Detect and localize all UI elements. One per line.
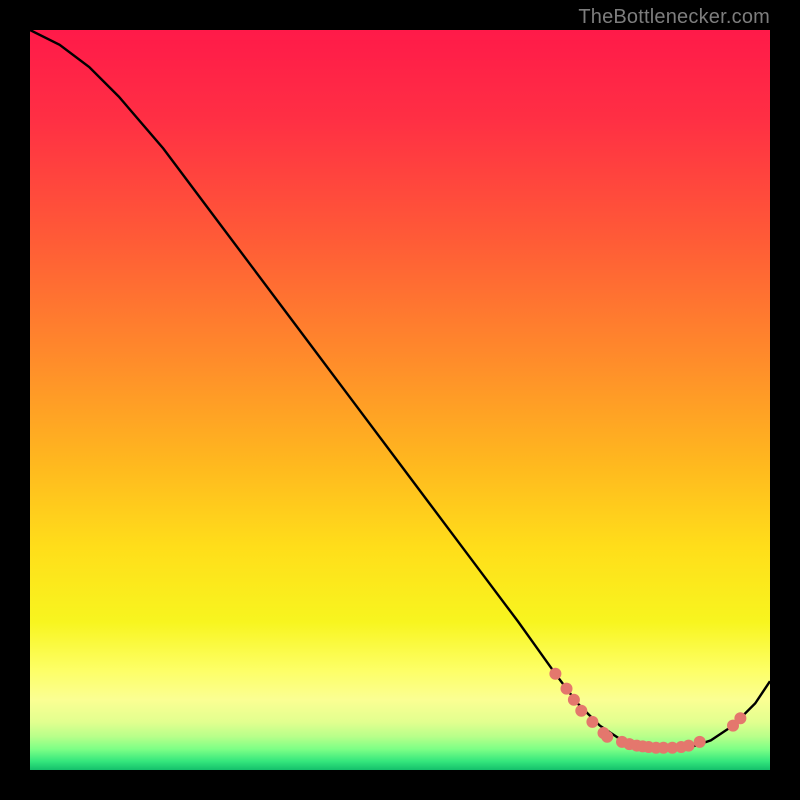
watermark-text: TheBottlenecker.com	[578, 6, 770, 29]
bottleneck-curve	[30, 30, 770, 748]
data-point	[586, 716, 598, 728]
curve-markers	[549, 668, 746, 754]
data-point	[601, 731, 613, 743]
data-point	[549, 668, 561, 680]
data-point	[734, 712, 746, 724]
data-point	[568, 694, 580, 706]
curve-layer	[30, 30, 770, 770]
data-point	[694, 736, 706, 748]
plot-area	[30, 30, 770, 770]
data-point	[575, 705, 587, 717]
data-point	[683, 740, 695, 752]
data-point	[561, 683, 573, 695]
chart-frame: TheBottlenecker.com	[0, 0, 800, 800]
